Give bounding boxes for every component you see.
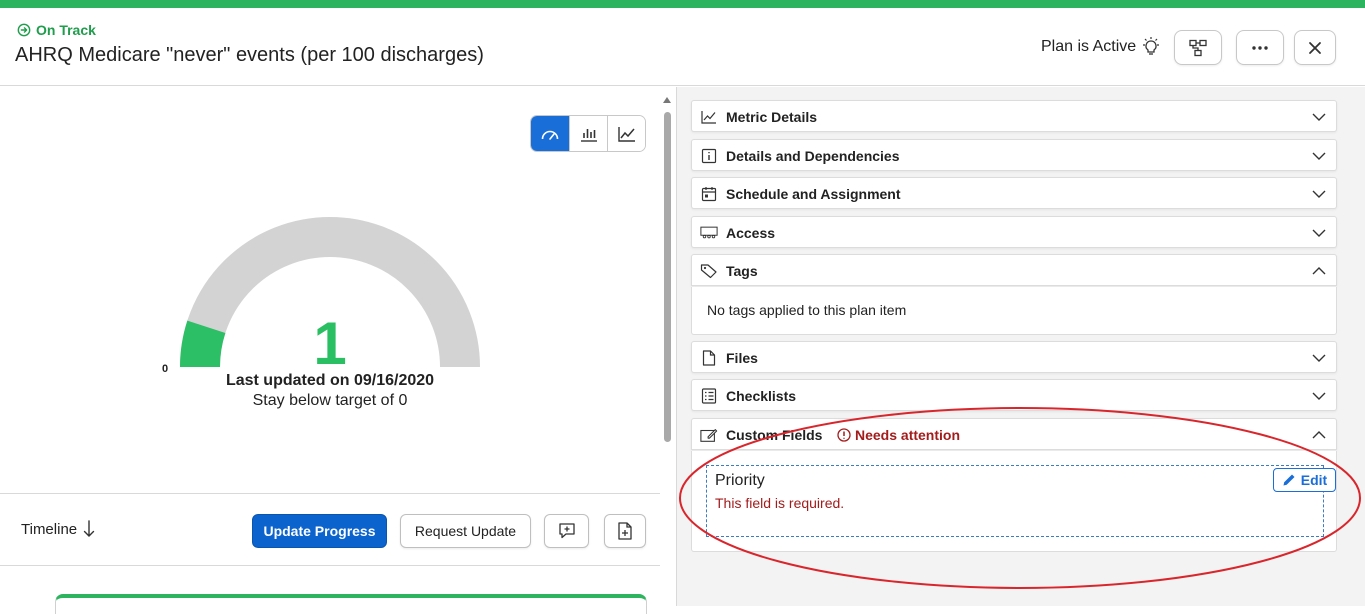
status-indicator: On Track [17,22,96,38]
more-icon [1252,45,1268,50]
target-text: Stay below target of 0 [252,392,408,409]
accordion-label: Access [726,225,776,241]
page-header: On Track AHRQ Medicare "never" events (p… [0,8,1365,86]
view-toggle [530,115,646,152]
line-chart-view-button[interactable] [607,116,645,151]
hierarchy-button[interactable] [1174,30,1222,65]
accordion-details-dependencies[interactable]: Details and Dependencies [691,139,1337,171]
edit-form-icon [700,427,718,443]
last-updated-text: Last updated on 09/16/2020 [225,372,435,389]
timeline-sort[interactable]: Timeline [21,520,95,538]
field-error-message: This field is required. [715,495,845,511]
users-icon [700,225,718,241]
request-update-button[interactable]: Request Update [400,514,531,548]
speedometer-icon [541,130,559,140]
accordion-access[interactable]: Access [691,216,1337,248]
needs-attention-badge: Needs attention [837,427,960,443]
accordion-label: Metric Details [726,109,818,125]
arrow-down-icon [83,520,95,537]
chevron-down-icon [1312,392,1326,400]
more-options-button[interactable] [1236,30,1284,65]
add-comment-button[interactable] [544,514,589,548]
accordion-label: Details and Dependencies [726,148,900,164]
metric-panel: 1 0 Last updated on 09/16/2020 Stay belo… [0,87,660,614]
gauge-min-label: 0 [162,363,169,375]
update-progress-button[interactable]: Update Progress [252,514,387,548]
chevron-down-icon [1312,190,1326,198]
divider [0,565,660,566]
tags-panel: No tags applied to this plan item [691,287,1337,335]
details-panel: Metric Details Details and Dependencies … [676,87,1365,606]
plan-status-label: Plan is Active [1041,38,1137,55]
pencil-icon [1283,474,1295,486]
timeline-label: Timeline [21,520,78,538]
accordion-label: Custom Fields [726,427,823,443]
custom-field-priority: Priority This field is required. Edit [706,465,1336,537]
scroll-thumb[interactable] [664,112,671,442]
bar-chart-view-button[interactable] [569,116,607,151]
page-title: AHRQ Medicare "never" events (per 100 di… [15,44,484,66]
lightbulb-icon [1143,37,1160,55]
needs-attention-label: Needs attention [855,427,961,443]
comment-add-icon [558,523,575,539]
add-file-button[interactable] [604,514,646,548]
custom-fields-panel: Priority This field is required. Edit [691,451,1337,552]
accordion-files[interactable]: Files [691,341,1337,373]
line-chart-icon [700,109,718,125]
chevron-down-icon [1312,354,1326,362]
checklist-icon [700,388,718,404]
accordion-label: Checklists [726,388,797,404]
chevron-up-icon [1312,431,1326,439]
left-panel-scrollbar[interactable] [660,87,675,606]
calendar-icon [700,186,718,202]
plan-status: Plan is Active [1041,37,1162,57]
chevron-down-icon [1312,229,1326,237]
edit-field-button[interactable]: Edit [1273,468,1336,492]
accordion-metric-details[interactable]: Metric Details [691,100,1337,132]
status-bar [0,0,1365,8]
accordion-tags[interactable]: Tags [691,254,1337,286]
hierarchy-icon [1189,39,1207,56]
file-add-icon [618,522,632,540]
divider [0,493,660,494]
tag-icon [700,263,718,279]
close-button[interactable] [1294,30,1336,65]
file-icon [700,350,718,366]
accordion-label: Files [726,350,758,366]
accordion-custom-fields[interactable]: Custom Fields Needs attention [691,418,1337,450]
gauge-view-button[interactable] [531,116,569,151]
accordion-schedule-assignment[interactable]: Schedule and Assignment [691,177,1337,209]
bar-chart-icon [580,128,597,142]
chevron-down-icon [1312,113,1326,121]
accordion-label: Tags [726,263,758,279]
timeline-entry-card [55,594,647,614]
chevron-up-icon [1312,267,1326,275]
arrow-circle-icon [17,23,31,37]
close-icon [1309,41,1321,54]
chevron-down-icon [1312,152,1326,160]
tags-empty-text: No tags applied to this plan item [707,302,907,318]
gauge-value: 1 [313,310,347,377]
accordion-checklists[interactable]: Checklists [691,379,1337,411]
field-label: Priority [715,472,765,489]
scroll-up-arrow[interactable] [663,97,671,103]
accordion-label: Schedule and Assignment [726,186,901,202]
status-label: On Track [36,22,96,38]
gauge-fill [180,320,226,368]
info-icon [700,148,718,164]
alert-circle-icon [837,428,851,442]
edit-label: Edit [1300,472,1328,488]
line-chart-icon [617,126,635,142]
